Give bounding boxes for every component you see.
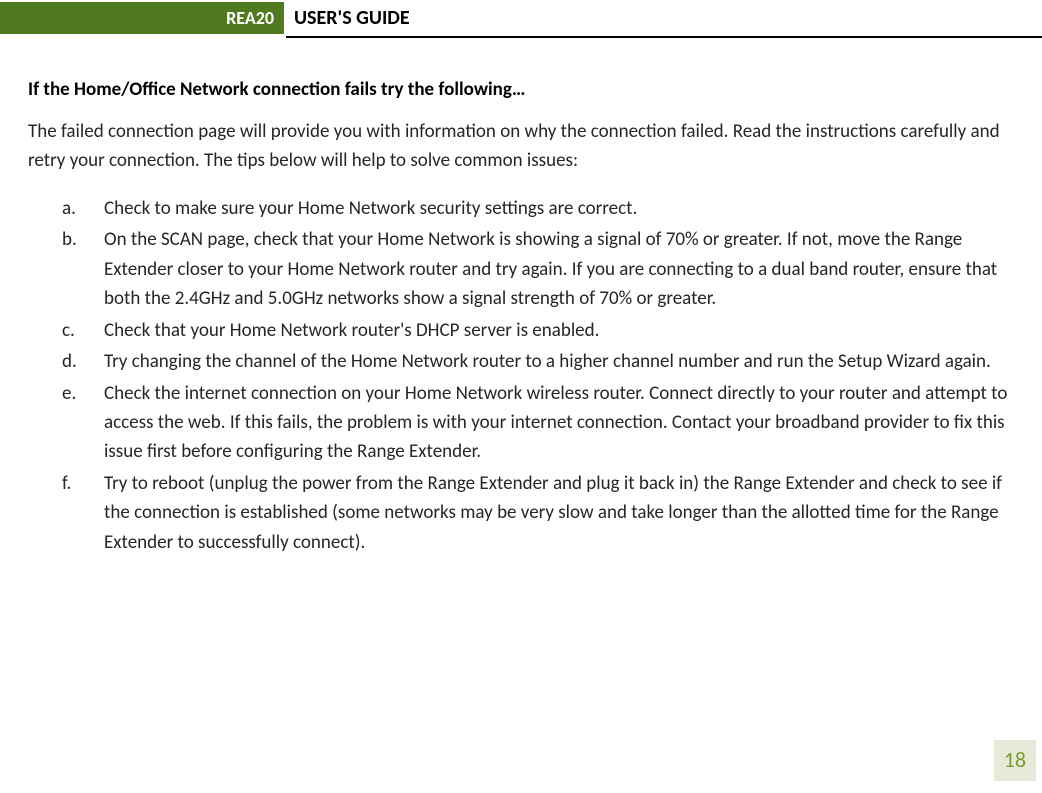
list-marker: b. — [62, 225, 77, 254]
list-item: f. Try to reboot (unplug the power from … — [62, 469, 1014, 557]
header-rule — [286, 36, 1042, 38]
page-number: 18 — [994, 740, 1036, 781]
section-heading: If the Home/Office Network connection fa… — [28, 78, 1014, 101]
product-badge: REA20 — [0, 2, 284, 34]
list-item: b. On the SCAN page, check that your Hom… — [62, 225, 1014, 313]
list-text: Check the internet connection on your Ho… — [104, 382, 1007, 464]
list-marker: f. — [62, 469, 71, 498]
troubleshoot-list: a. Check to make sure your Home Network … — [28, 194, 1014, 557]
list-text: Check that your Home Network router's DH… — [104, 319, 599, 342]
list-text: Try changing the channel of the Home Net… — [104, 350, 991, 373]
list-text: Try to reboot (unplug the power from the… — [104, 472, 1002, 554]
list-item: c. Check that your Home Network router's… — [62, 316, 1014, 345]
list-marker: e. — [62, 379, 76, 408]
list-item: d. Try changing the channel of the Home … — [62, 347, 1014, 376]
intro-paragraph: The failed connection page will provide … — [28, 117, 1008, 176]
content: If the Home/Office Network connection fa… — [28, 78, 1014, 557]
list-marker: a. — [62, 194, 76, 223]
list-text: Check to make sure your Home Network sec… — [104, 197, 637, 220]
header: REA20 USER'S GUIDE — [28, 2, 1014, 34]
doc-title: USER'S GUIDE — [284, 2, 410, 34]
list-text: On the SCAN page, check that your Home N… — [104, 228, 997, 310]
list-marker: c. — [62, 316, 75, 345]
list-marker: d. — [62, 347, 77, 376]
list-item: e. Check the internet connection on your… — [62, 379, 1014, 467]
list-item: a. Check to make sure your Home Network … — [62, 194, 1014, 223]
page: REA20 USER'S GUIDE If the Home/Office Ne… — [0, 2, 1042, 793]
